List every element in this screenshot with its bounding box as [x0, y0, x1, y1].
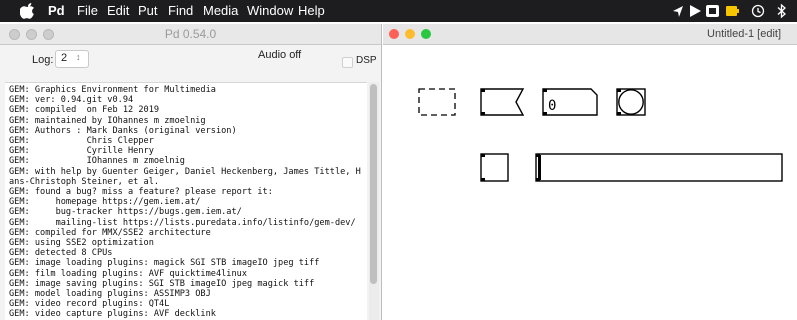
number-box[interactable]: 0	[542, 88, 598, 116]
empty-object-box[interactable]	[418, 88, 456, 116]
console-line: GEM: video record plugins: QT4L	[9, 299, 170, 310]
pd-window-title: Pd 0.54.0	[164, 27, 217, 41]
menu-window[interactable]: Window	[247, 3, 293, 18]
menu-put[interactable]: Put	[138, 3, 158, 18]
message-box[interactable]	[480, 88, 525, 116]
patch-window-title: Untitled-1 [edit]	[707, 28, 781, 40]
menu-bar: Pd File Edit Put Find Media Window Help	[0, 0, 797, 22]
console-scrollbar[interactable]	[369, 82, 379, 320]
dsp-label: DSP	[356, 55, 377, 66]
menu-help[interactable]: Help	[298, 3, 325, 18]
console-line: GEM: homepage https://gem.iem.at/	[9, 197, 201, 208]
log-label: Log:	[32, 54, 54, 66]
scrollbar-thumb[interactable]	[370, 84, 377, 284]
console-line: GEM: Graphics Environment for Multimedia	[9, 85, 216, 95]
display-icon[interactable]	[705, 3, 720, 19]
zoom-button[interactable]	[421, 29, 431, 39]
menu-file[interactable]: File	[77, 3, 98, 18]
patch-window-titlebar[interactable]: Untitled-1 [edit]	[383, 24, 797, 45]
console-line: GEM: image loading plugins: magick SGI S…	[9, 258, 320, 269]
console-line: GEM: mailing-list https://lists.puredata…	[9, 217, 356, 228]
console-line: GEM: model loading plugins: ASSIMP3 OBJ	[9, 289, 211, 300]
close-button[interactable]	[9, 29, 20, 40]
console-line: GEM: ver: 0.94.git v0.94	[9, 95, 134, 106]
close-button[interactable]	[389, 29, 399, 39]
zoom-button[interactable]	[43, 29, 54, 40]
log-level-value: 2	[61, 52, 68, 64]
menu-edit[interactable]: Edit	[107, 3, 129, 18]
bang-object[interactable]	[616, 88, 646, 116]
time-machine-icon[interactable]	[751, 3, 765, 19]
apple-icon[interactable]	[20, 3, 34, 19]
minimize-button[interactable]	[405, 29, 415, 39]
console-line: GEM: using SSE2 optimization	[9, 238, 154, 249]
console-line: GEM: with help by Guenter Geiger, Daniel…	[9, 166, 361, 177]
pd-window-titlebar[interactable]: Pd 0.54.0	[0, 24, 381, 45]
console-line: ans-Christoph Steiner, et al.	[9, 176, 160, 187]
patch-window: Untitled-1 [edit] 0	[383, 24, 797, 320]
log-level-stepper[interactable]: 2 ↕	[55, 50, 89, 68]
menu-app-name[interactable]: Pd	[48, 3, 65, 18]
console-text: GEM: Graphics Environment for Multimedia…	[9, 85, 365, 320]
console-line: GEM: Cyrille Henry	[9, 146, 154, 157]
console-line: GEM: film loading plugins: AVF quicktime…	[9, 268, 247, 279]
patch-canvas[interactable]: 0	[383, 45, 797, 320]
toggle-object[interactable]	[480, 153, 509, 182]
location-arrow-icon[interactable]	[672, 3, 684, 19]
play-icon[interactable]	[688, 3, 702, 19]
console-line: GEM: compiled for MMX/SSE2 architecture	[9, 227, 211, 238]
console-line: GEM: found a bug? miss a feature? please…	[9, 187, 273, 198]
console-line: GEM: Authors : Mark Danks (original vers…	[9, 125, 237, 136]
menu-media[interactable]: Media	[203, 3, 238, 18]
bluetooth-icon[interactable]	[777, 3, 787, 19]
horizontal-slider[interactable]	[535, 153, 783, 182]
console-line: GEM: detected 8 CPUs	[9, 248, 113, 259]
pd-console-window: Pd 0.54.0 Log: 2 ↕ Audio off DSP GEM: Gr…	[0, 24, 382, 320]
stepper-arrows-icon[interactable]: ↕	[76, 52, 81, 62]
console-line: GEM: maintained by IOhannes m zmoelnig	[9, 115, 206, 126]
console-line: GEM: compiled on Feb 12 2019	[9, 105, 160, 116]
console-line: GEM: video capture plugins: AVF decklink	[9, 309, 216, 320]
window-controls	[9, 29, 60, 49]
slider-knob[interactable]	[538, 155, 541, 180]
console-log[interactable]: GEM: Graphics Environment for Multimedia…	[5, 82, 367, 320]
dsp-checkbox[interactable]	[342, 57, 353, 68]
menu-find[interactable]: Find	[168, 3, 193, 18]
battery-icon[interactable]	[725, 3, 739, 19]
console-line: GEM: Chris Clepper	[9, 136, 154, 147]
number-box-value: 0	[548, 98, 556, 114]
console-line: GEM: bug-tracker https://bugs.gem.iem.at…	[9, 207, 242, 218]
audio-status: Audio off	[258, 49, 302, 61]
minimize-button[interactable]	[26, 29, 37, 40]
console-line: GEM: image saving plugins: SGI STB image…	[9, 278, 315, 289]
console-line: GEM: IOhannes m zmoelnig	[9, 156, 185, 167]
